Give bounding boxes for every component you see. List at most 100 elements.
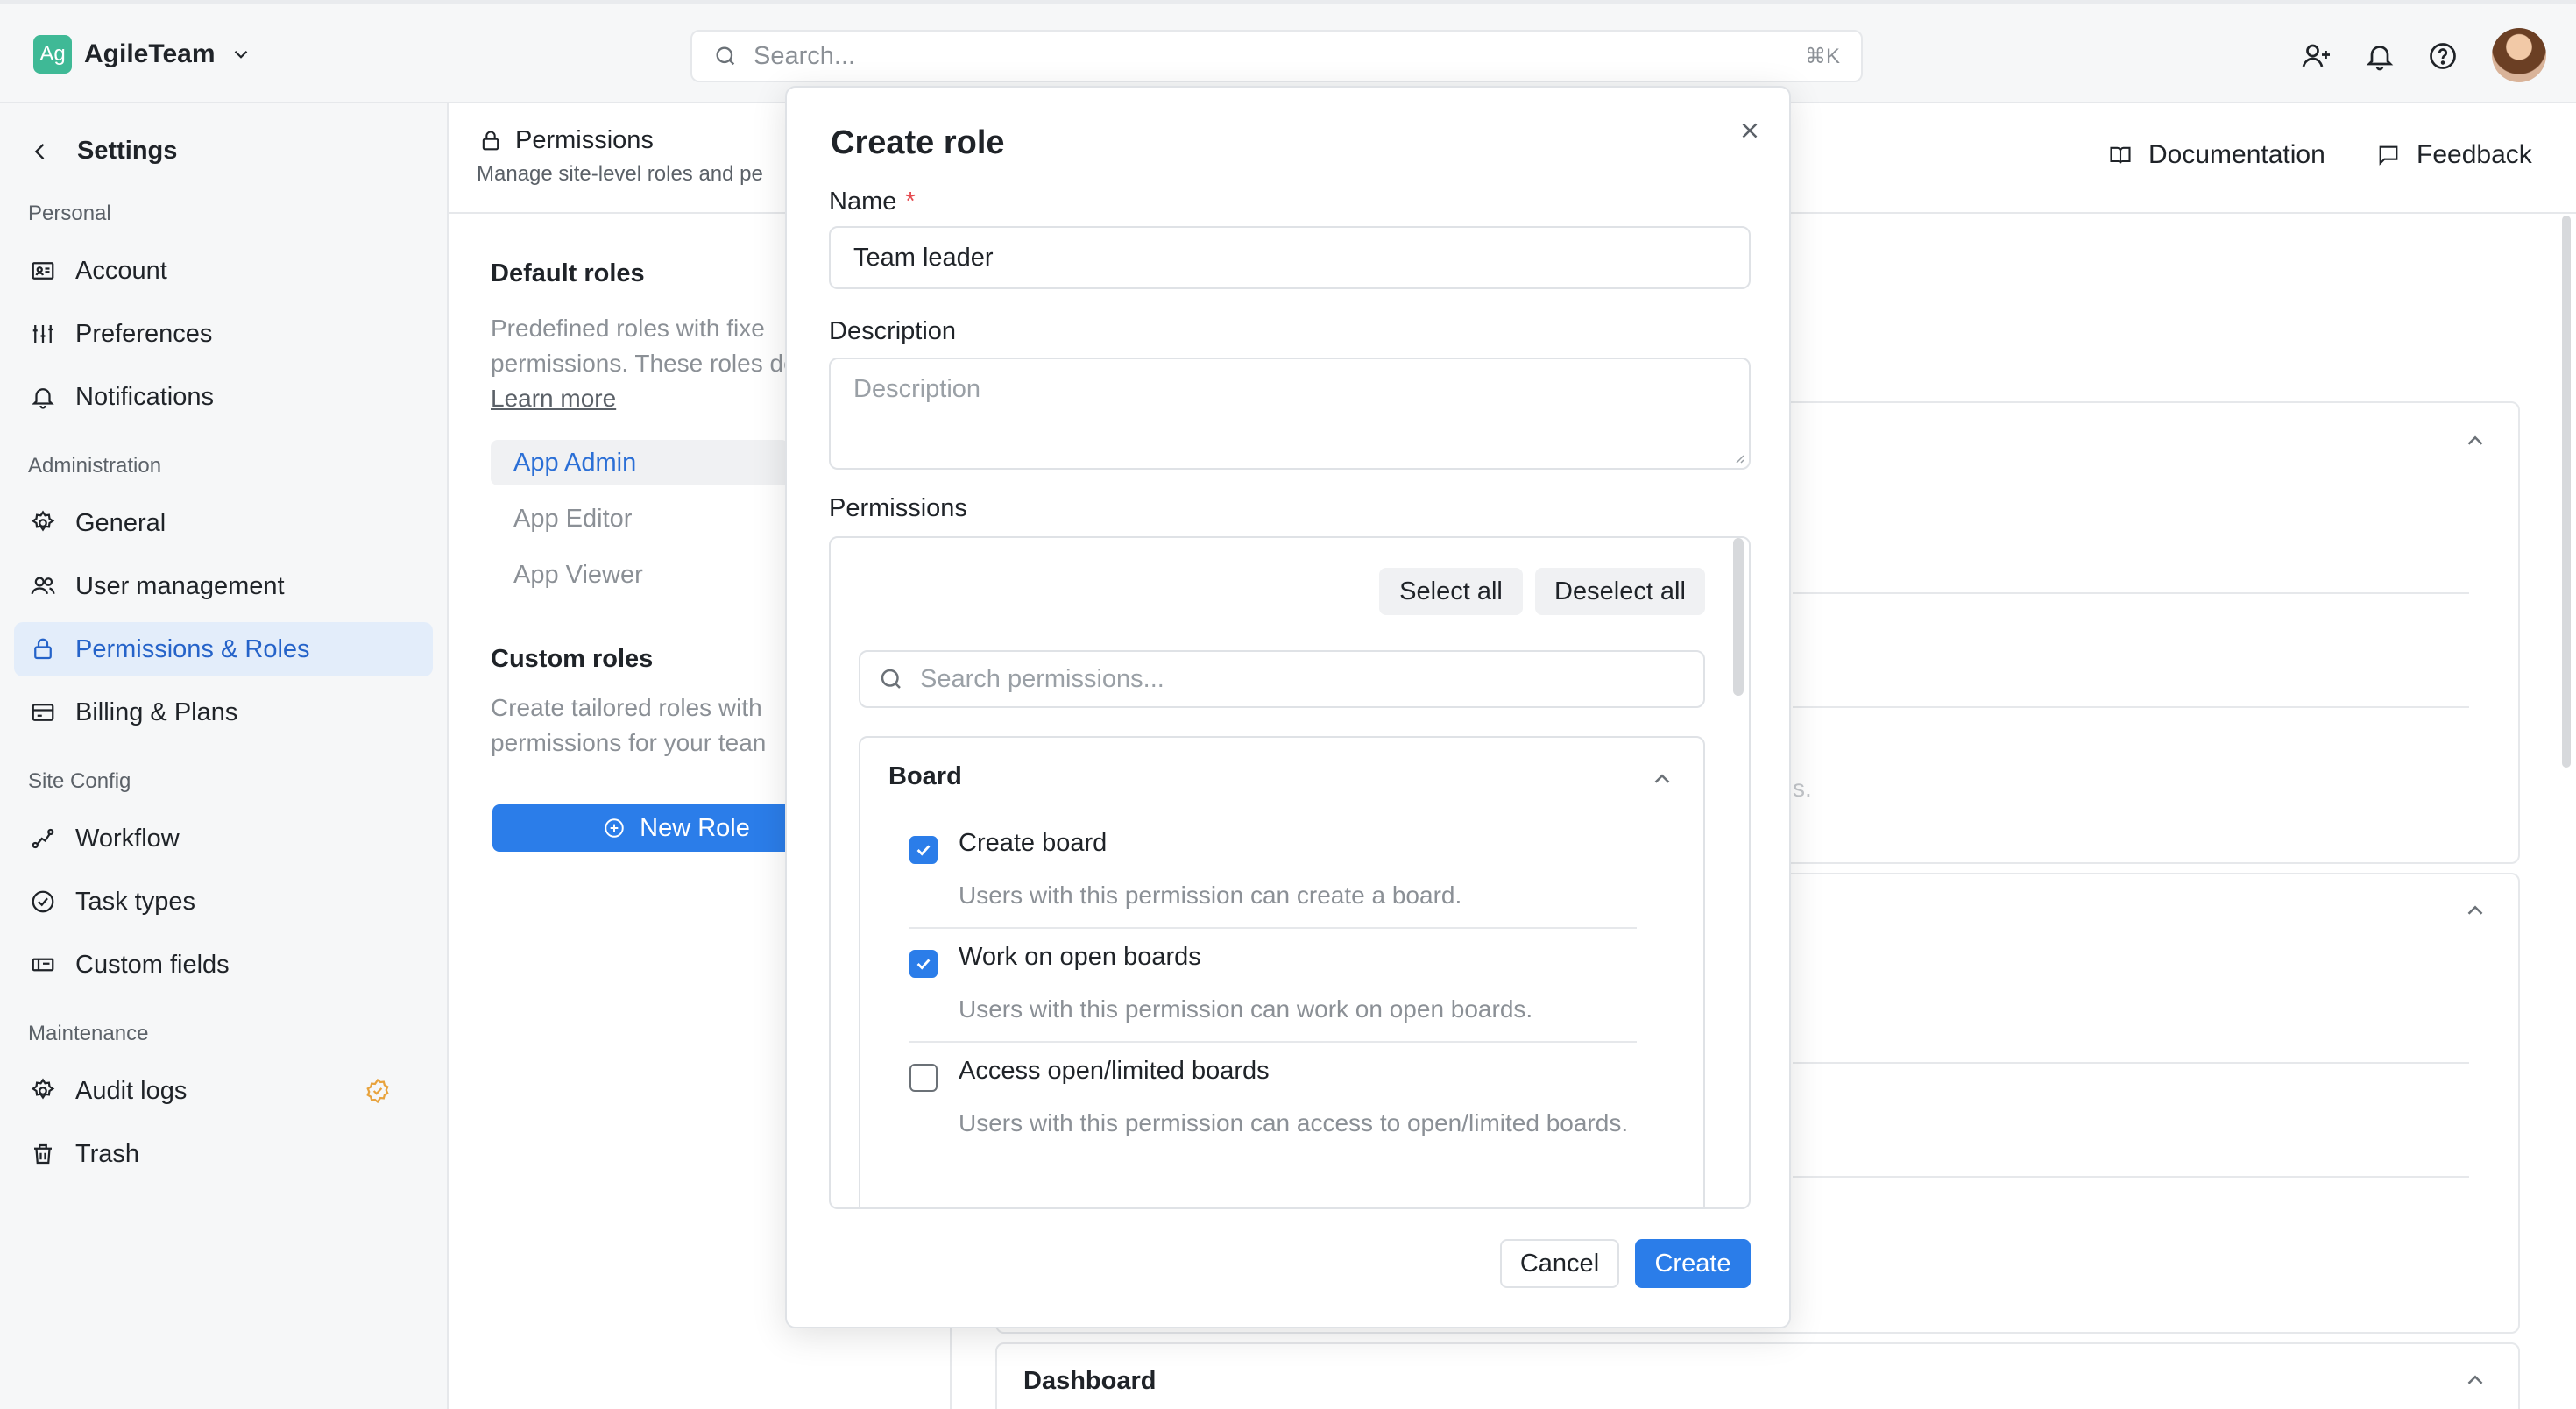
help-icon[interactable] [2427, 40, 2459, 72]
sidebar-item-label: Task types [75, 887, 195, 916]
sidebar-item-user-management[interactable]: User management [14, 559, 433, 613]
permission-description: Users with this permission can access to… [959, 1109, 1629, 1136]
documentation-label: Documentation [2148, 140, 2325, 169]
permissions-scrollbar[interactable] [1733, 538, 1744, 696]
permission-group-board: Board Create board Users with this permi… [859, 736, 1705, 1207]
sidebar-item-workflow[interactable]: Workflow [14, 811, 433, 866]
role-name-input[interactable]: Team leader [829, 226, 1751, 289]
chevron-up-icon[interactable] [2462, 897, 2488, 924]
role-app-admin[interactable]: App Admin [491, 440, 789, 485]
book-icon [2110, 146, 2131, 164]
close-icon[interactable] [1737, 117, 1763, 144]
description-textarea[interactable]: Description [829, 358, 1751, 470]
feedback-label: Feedback [2417, 140, 2532, 169]
description-label: Description [829, 317, 957, 345]
role-app-editor[interactable]: App Editor [491, 496, 789, 542]
page-subtitle: Manage site-level roles and pe [477, 162, 763, 186]
sidebar-item-permissions-roles[interactable]: Permissions & Roles [14, 622, 433, 676]
dashboard-group-card [995, 1342, 2520, 1409]
sidebar-item-notifications[interactable]: Notifications [14, 370, 433, 424]
feedback-link[interactable]: Feedback [2376, 140, 2532, 170]
learn-more-link[interactable]: Learn more [491, 385, 616, 412]
checkmark-icon [916, 845, 931, 856]
sidebar-header: Settings [28, 137, 177, 166]
name-label: Name * [829, 188, 916, 216]
user-avatar[interactable] [2492, 28, 2546, 82]
create-button[interactable]: Create [1635, 1239, 1751, 1288]
id-card-icon [32, 262, 54, 280]
documentation-link[interactable]: Documentation [2108, 140, 2325, 170]
description-placeholder: Description [853, 375, 981, 403]
checkmark-icon [916, 959, 931, 970]
create-role-dialog: Create role Name * Team leader Descriptio… [785, 86, 1791, 1328]
workflow-icon [32, 828, 54, 849]
team-switcher[interactable]: Ag AgileTeam [33, 35, 252, 74]
chevron-up-icon[interactable] [2462, 1367, 2488, 1393]
lock-icon [482, 131, 499, 150]
sidebar-item-label: User management [75, 571, 285, 600]
sidebar-item-account[interactable]: Account [14, 244, 433, 298]
sliders-icon [32, 325, 53, 343]
permissions-label: Permissions [829, 494, 967, 522]
sidebar-item-label: Trash [75, 1139, 140, 1168]
verified-badge-icon [366, 1078, 389, 1104]
team-logo: Ag [33, 35, 72, 74]
new-role-label: New Role [640, 813, 750, 842]
bell-icon[interactable] [2364, 40, 2396, 72]
permissions-search-input[interactable]: Search permissions... [859, 650, 1705, 708]
search-icon [881, 669, 901, 689]
card-divider [1793, 706, 2469, 708]
section-administration: Administration [28, 454, 162, 478]
resize-grip-icon[interactable] [1731, 450, 1745, 464]
global-search-input[interactable]: Search... ⌘K [690, 30, 1863, 82]
users-icon [31, 577, 55, 595]
section-maintenance: Maintenance [28, 1022, 149, 1045]
sidebar-item-custom-fields[interactable]: Custom fields [14, 938, 433, 992]
default-roles-heading: Default roles [491, 259, 645, 287]
select-all-button[interactable]: Select all [1379, 568, 1523, 615]
dashboard-group-title: Dashboard [1023, 1367, 1157, 1395]
card-divider [1793, 592, 2469, 594]
permission-name: Create board [959, 829, 1108, 857]
permission-checkbox[interactable] [909, 950, 938, 978]
sidebar-item-trash[interactable]: Trash [14, 1127, 433, 1181]
card-divider [1793, 1062, 2469, 1064]
trash-icon [34, 1143, 52, 1165]
sidebar-item-label: Account [75, 256, 167, 285]
settings-sidebar: Settings Personal Account Preferences No… [0, 103, 449, 1409]
message-icon [2379, 145, 2398, 166]
permission-checkbox[interactable] [909, 836, 938, 864]
check-circle-icon [32, 890, 54, 913]
plus-circle-icon [605, 818, 624, 838]
add-user-icon[interactable] [2301, 40, 2332, 72]
sidebar-item-label: Custom fields [75, 950, 230, 979]
sidebar-item-label: General [75, 508, 166, 537]
sidebar-item-task-types[interactable]: Task types [14, 874, 433, 929]
section-personal: Personal [28, 202, 111, 225]
deselect-all-button[interactable]: Deselect all [1535, 568, 1705, 615]
page-scrollbar[interactable] [2562, 216, 2571, 768]
sidebar-item-billing-plans[interactable]: Billing & Plans [14, 685, 433, 740]
sidebar-item-label: Preferences [75, 319, 213, 348]
permission-name: Work on open boards [959, 943, 1201, 971]
required-mark: * [905, 188, 916, 216]
form-field-icon [32, 958, 54, 972]
sidebar-item-audit-logs[interactable]: Audit logs [14, 1064, 433, 1118]
permissions-panel: Select all Deselect all Search permissio… [829, 536, 1751, 1209]
page-title: Permissions [478, 126, 654, 155]
permission-name: Access open/limited boards [959, 1057, 1270, 1085]
role-app-viewer[interactable]: App Viewer [491, 552, 789, 598]
search-placeholder: Search... [754, 41, 856, 70]
permission-divider [909, 927, 1637, 929]
group-title: Board [888, 762, 962, 790]
sidebar-item-general[interactable]: General [14, 496, 433, 550]
cancel-button[interactable]: Cancel [1500, 1239, 1619, 1288]
custom-roles-heading: Custom roles [491, 645, 654, 673]
sidebar-item-label: Permissions & Roles [75, 634, 310, 663]
permissions-search-placeholder: Search permissions... [920, 664, 1164, 693]
back-chevron-icon[interactable] [28, 139, 53, 164]
chevron-up-icon[interactable] [2462, 428, 2488, 454]
chevron-up-icon[interactable] [1649, 766, 1675, 792]
permission-checkbox[interactable] [909, 1064, 938, 1092]
sidebar-item-preferences[interactable]: Preferences [14, 307, 433, 361]
